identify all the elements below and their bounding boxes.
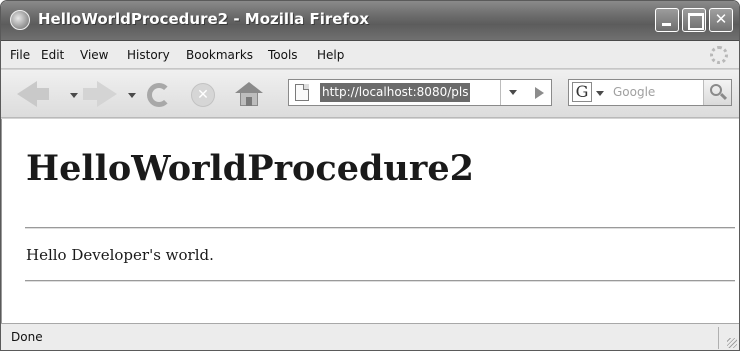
- browser-window: HelloWorldProcedure2 - Mozilla Firefox ✕…: [0, 0, 740, 351]
- back-history-dropdown-icon[interactable]: [70, 93, 78, 98]
- resize-grip-icon[interactable]: [727, 338, 737, 348]
- reload-icon[interactable]: [147, 83, 171, 107]
- url-input[interactable]: http://localhost:8080/pls: [320, 83, 471, 102]
- activity-throbber-icon: [710, 46, 728, 64]
- minimize-button[interactable]: [655, 8, 679, 32]
- search-engine-icon[interactable]: G: [572, 82, 592, 102]
- page-content: HelloWorldProcedure2 Hello Developer's w…: [1, 119, 739, 323]
- menu-bar: File Edit View History Bookmarks Tools H…: [1, 41, 739, 69]
- page-heading: HelloWorldProcedure2: [26, 148, 474, 189]
- window-title: HelloWorldProcedure2 - Mozilla Firefox: [38, 10, 369, 28]
- horizontal-rule-bottom: [25, 280, 735, 282]
- forward-history-dropdown-icon[interactable]: [128, 93, 136, 98]
- search-icon-handle: [719, 92, 728, 101]
- url-bar[interactable]: http://localhost:8080/pls: [288, 79, 552, 106]
- menu-help[interactable]: Help: [317, 48, 344, 62]
- firefox-icon: [10, 10, 30, 30]
- search-bar[interactable]: G Google: [568, 79, 732, 106]
- menu-file[interactable]: File: [10, 48, 30, 62]
- horizontal-rule-top: [25, 227, 735, 229]
- menu-history[interactable]: History: [127, 48, 170, 62]
- title-bar[interactable]: HelloWorldProcedure2 - Mozilla Firefox ✕: [1, 1, 739, 41]
- status-bar: Done: [1, 323, 739, 350]
- page-icon: [295, 84, 309, 101]
- menu-tools[interactable]: Tools: [268, 48, 298, 62]
- search-input[interactable]: Google: [613, 85, 655, 99]
- home-door-shape: [246, 97, 252, 106]
- home-icon[interactable]: [235, 82, 263, 106]
- navigation-toolbar: ✕ http://localhost:8080/pls G Google: [1, 70, 739, 118]
- search-engine-dropdown-icon[interactable]: [596, 91, 604, 96]
- menu-edit[interactable]: Edit: [41, 48, 64, 62]
- menu-bookmarks[interactable]: Bookmarks: [186, 48, 253, 62]
- url-history-dropdown[interactable]: [500, 80, 524, 105]
- search-button[interactable]: [703, 80, 731, 105]
- back-icon[interactable]: [17, 81, 49, 107]
- chevron-down-icon: [509, 90, 517, 95]
- forward-icon[interactable]: [83, 81, 117, 107]
- status-divider: [718, 327, 719, 349]
- status-text: Done: [11, 330, 43, 344]
- page-message: Hello Developer's world.: [26, 246, 214, 264]
- go-icon[interactable]: [526, 80, 551, 105]
- stop-icon[interactable]: ✕: [191, 83, 215, 107]
- menu-view[interactable]: View: [80, 48, 108, 62]
- close-button[interactable]: ✕: [709, 8, 733, 32]
- maximize-button[interactable]: [682, 8, 706, 32]
